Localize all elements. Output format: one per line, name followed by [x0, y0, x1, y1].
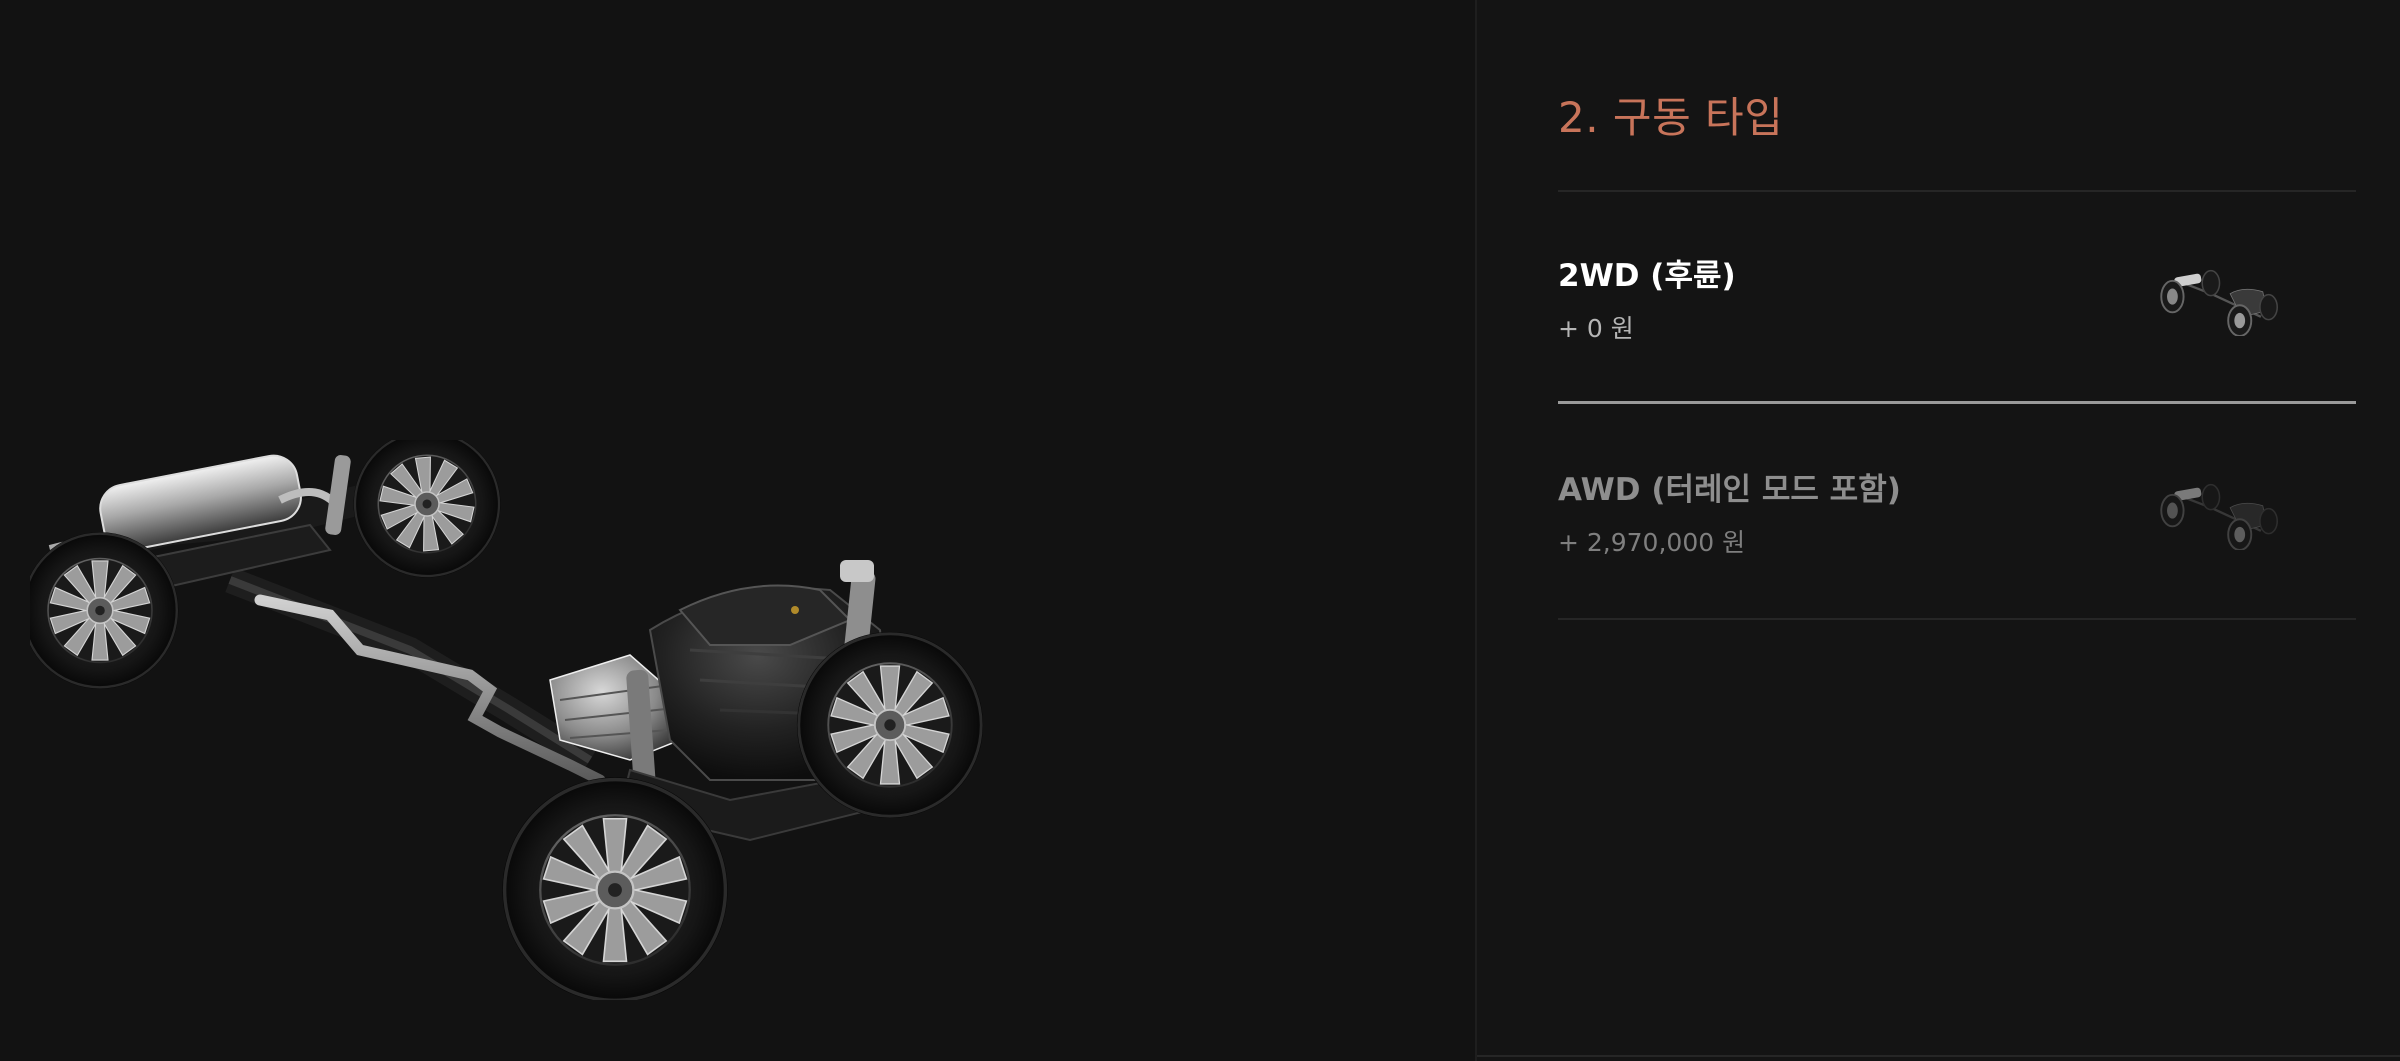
chassis-awd-thumbnail-icon: [2160, 483, 2279, 550]
vehicle-chassis-drivetrain-icon: [30, 440, 985, 1000]
option-awd-name: AWD (터레인 모드 포함): [1558, 472, 1901, 508]
vehicle-preview-area: [0, 0, 1475, 1061]
option-2wd-name: 2WD (후륜): [1558, 258, 1736, 294]
section-title: 2. 구동 타입: [1558, 93, 1784, 142]
panel-bottom-border: [1477, 1055, 2400, 1057]
divider-bottom: [1558, 618, 2356, 620]
option-2wd[interactable]: 2WD (후륜) + 0 원: [1558, 250, 2356, 450]
option-awd-price: + 2,970,000 원: [1558, 528, 1746, 557]
chassis-rwd-thumbnail-icon: [2160, 269, 2279, 336]
options-panel: 2. 구동 타입 2WD (후륜) + 0 원 AWD (터레인 모드 포함) …: [1477, 0, 2400, 1061]
option-2wd-price: + 0 원: [1558, 314, 1634, 343]
divider-top: [1558, 190, 2356, 192]
divider-selected: [1558, 401, 2356, 404]
option-awd[interactable]: AWD (터레인 모드 포함) + 2,970,000 원: [1558, 464, 2356, 664]
